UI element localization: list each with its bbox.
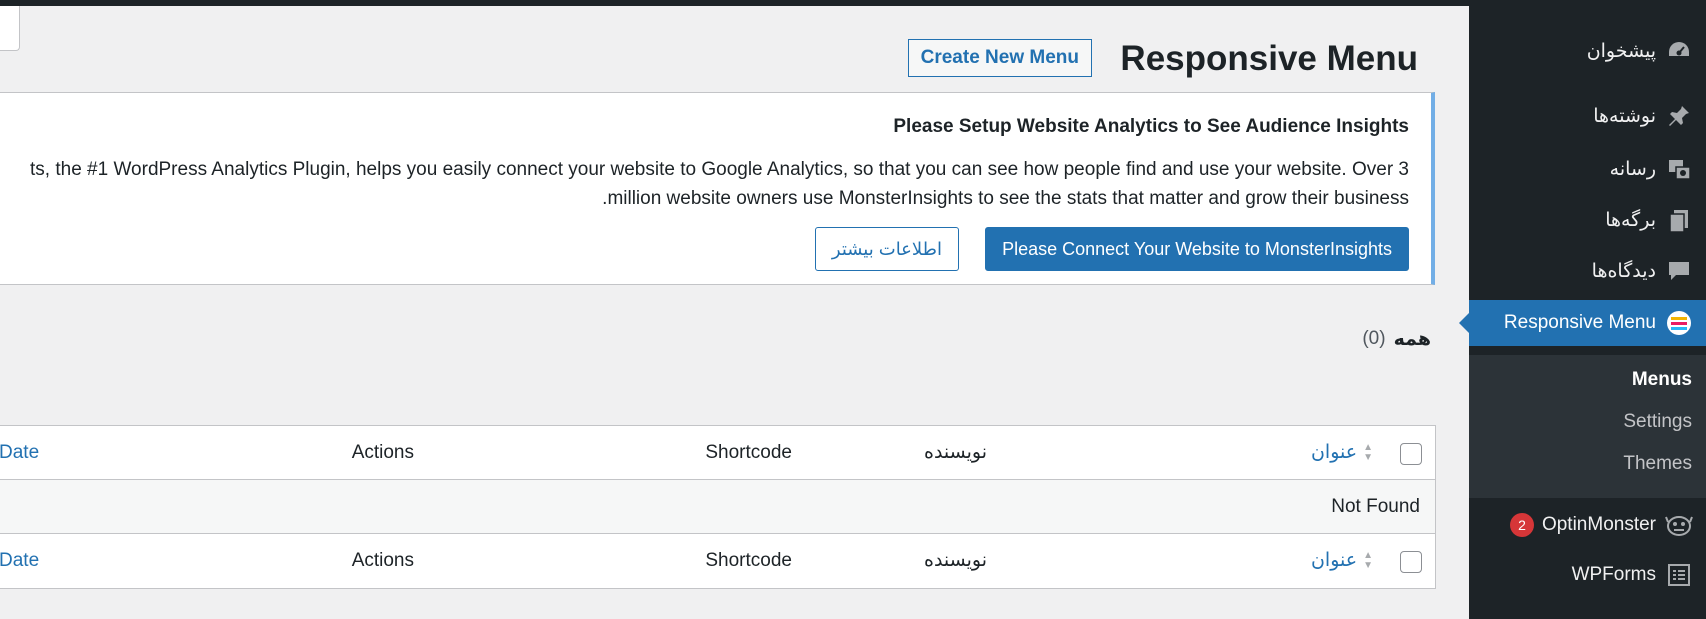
column-date-footer[interactable]: Date: [0, 534, 39, 587]
update-count-badge: 2: [1509, 513, 1534, 537]
column-shortcode-footer: Shortcode: [705, 549, 792, 571]
pin-icon: [1664, 101, 1694, 131]
filter-all-link[interactable]: همه: [1394, 328, 1431, 351]
dashboard-icon: [1664, 36, 1694, 66]
sidebar-item-responsive-menu[interactable]: Responsive Menu: [1459, 300, 1706, 346]
column-author-footer: نویسنده: [923, 550, 987, 571]
sidebar-item-label: رسانه: [1609, 158, 1656, 180]
media-icon: [1664, 154, 1694, 184]
column-actions-header: Actions: [351, 441, 414, 463]
notice-text: ts, the #1 WordPress Analytics Plugin, h…: [30, 155, 1409, 213]
sidebar-item-label: پیشخوان: [1586, 40, 1656, 62]
sidebar-item-pages[interactable]: برگه‌ها: [1469, 197, 1706, 243]
column-title-header[interactable]: عنوان ▲ ▼: [1311, 426, 1373, 479]
sidebar-item-media[interactable]: رسانه: [1469, 146, 1706, 192]
sidebar-item-label: دیدگاه‌ها: [1591, 260, 1656, 282]
view-filter: همه (0): [1362, 328, 1431, 351]
submenu-item-themes[interactable]: Themes: [1623, 453, 1692, 475]
select-all-checkbox-footer[interactable]: [1400, 551, 1422, 573]
admin-sidebar: پیشخوان نوشته‌ها رسانه برگه‌ها دیدگاه‌ها…: [1459, 0, 1706, 619]
sidebar-item-label: نوشته‌ها: [1593, 105, 1656, 127]
sidebar-item-comments[interactable]: دیدگاه‌ها: [1469, 248, 1706, 294]
table-empty-row: Not Found: [0, 480, 1435, 534]
sidebar-item-posts[interactable]: نوشته‌ها: [1469, 93, 1706, 139]
sidebar-item-wpforms[interactable]: WPForms: [1469, 552, 1706, 598]
connect-monsterinsights-button[interactable]: Please Connect Your Website to MonsterIn…: [985, 227, 1409, 271]
submenu-item-menus[interactable]: Menus: [1632, 369, 1692, 391]
column-author-header: نویسنده: [923, 442, 987, 463]
sidebar-item-label: Responsive Menu: [1503, 312, 1656, 333]
notice-title: Please Setup Website Analytics to See Au…: [893, 116, 1409, 137]
sidebar-item-optinmonster[interactable]: OptinMonster 2: [1469, 502, 1706, 548]
responsive-menu-submenu: Menus Settings Themes: [1469, 355, 1706, 498]
analytics-notice: Please Setup Website Analytics to See Au…: [0, 92, 1435, 285]
sidebar-item-dashboard[interactable]: پیشخوان: [1469, 28, 1706, 74]
table-header-row: عنوان ▲ ▼ نویسنده Shortcode Actions Date: [0, 426, 1435, 480]
column-title-footer[interactable]: عنوان ▲ ▼: [1311, 534, 1373, 587]
sidebar-item-label: OptinMonster: [1541, 514, 1656, 535]
screen-options-tab[interactable]: [0, 6, 20, 51]
column-shortcode-header: Shortcode: [705, 441, 792, 463]
responsive-menu-icon: [1664, 308, 1694, 338]
column-actions-footer: Actions: [351, 549, 414, 571]
submenu-item-settings[interactable]: Settings: [1623, 411, 1692, 433]
empty-message: Not Found: [1331, 495, 1420, 517]
column-date-header[interactable]: Date: [0, 426, 39, 479]
create-new-menu-button[interactable]: Create New Menu: [907, 39, 1092, 77]
sidebar-item-label: برگه‌ها: [1605, 209, 1656, 231]
table-footer-row: عنوان ▲ ▼ نویسنده Shortcode Actions Date: [0, 534, 1435, 588]
notice-text-line2: million website owners use MonsterInsigh…: [602, 188, 1409, 209]
page-title: Responsive Menu: [1120, 39, 1418, 78]
menus-table: عنوان ▲ ▼ نویسنده Shortcode Actions Date …: [0, 425, 1436, 589]
select-all-checkbox[interactable]: [1400, 443, 1422, 465]
wpforms-icon: [1664, 560, 1694, 590]
comments-icon: [1664, 256, 1694, 286]
main-content: Responsive Menu Create New Menu Please S…: [0, 6, 1469, 619]
sort-icon: ▲ ▼: [1363, 441, 1373, 463]
column-title-footer-label: عنوان: [1310, 550, 1358, 571]
notice-text-line1: ts, the #1 WordPress Analytics Plugin, h…: [30, 159, 1409, 180]
sidebar-item-label: WPForms: [1571, 564, 1656, 585]
column-title-label: عنوان: [1310, 442, 1358, 463]
sort-icon: ▲ ▼: [1363, 549, 1373, 571]
learn-more-button[interactable]: اطلاعات بیشتر: [814, 227, 959, 271]
filter-all-count: (0): [1362, 328, 1386, 349]
optinmonster-icon: [1664, 510, 1694, 540]
pages-icon: [1664, 205, 1694, 235]
